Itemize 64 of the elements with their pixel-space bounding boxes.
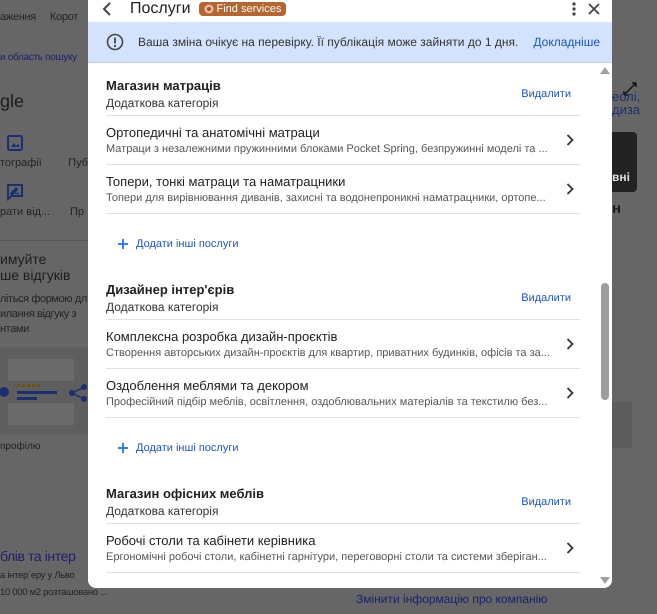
category-subtitle: Додаткова категорія xyxy=(106,504,220,518)
service-description: Ергономічні робочі столи, кабінетні гарнітури, переговорні столи та системи зберіган... xyxy=(106,551,547,563)
action-label[interactable]: тографії xyxy=(0,157,42,169)
action-label[interactable]: Пуб xyxy=(68,157,88,169)
remove-link[interactable]: Видалити xyxy=(521,292,571,304)
chevron-right-icon xyxy=(566,134,574,146)
service-row[interactable]: Оздоблення меблями та декором Професійний підбір меблів, освітлення, оздоблювальних матеріалів та текстилю без... xyxy=(106,369,580,418)
badge-icon xyxy=(204,4,214,14)
dialog-title: Послуги xyxy=(130,0,191,18)
scrollbar-thumb[interactable] xyxy=(601,283,609,400)
review-icon xyxy=(6,183,24,201)
service-title: Ортопедичні та анатомічні матраци xyxy=(106,125,321,140)
listing-text: а інтер`еру у Льво xyxy=(0,570,75,581)
photo-caption: вні xyxy=(612,170,630,184)
badge-label: Find services xyxy=(216,3,282,15)
section-heading: н xyxy=(612,200,622,217)
close-icon xyxy=(588,3,600,15)
service-title: Робочі столи та кабінети керівника xyxy=(106,533,316,548)
logo-placeholder xyxy=(612,402,632,448)
back-icon xyxy=(102,2,112,16)
plus-icon xyxy=(118,239,128,249)
service-title: Комплексна розробка дизайн-проєктів xyxy=(106,329,338,344)
service-description: Матраци з незалежними пружинними блоками Pocket Spring, безпружинні моделі та ... xyxy=(106,143,548,155)
info-icon xyxy=(106,33,124,51)
promo-text: літься формою дл илання відгуку з нтами xyxy=(0,292,88,337)
scroll-down-icon xyxy=(600,576,610,584)
category-name: Магазин матраців xyxy=(106,78,221,93)
remove-link[interactable]: Видалити xyxy=(521,88,571,100)
service-title: Топери, тонкі матраци та наматрацники xyxy=(106,174,346,189)
service-row[interactable]: Робочі столи та кабінети керівника Ергономічні робочі столи, кабінетні гарнітури, переговорні столи та системи зберіган... xyxy=(106,524,580,573)
more-button[interactable] xyxy=(570,0,578,18)
service-row[interactable]: Комплексна розробка дизайн-проєктів Створення авторських дизайн-проєктів для квартир, приватних будинків, офісів та за... xyxy=(106,320,580,369)
category-name: Дизайнер інтер'єрів xyxy=(106,282,234,297)
scroll-up-icon xyxy=(600,67,610,75)
chevron-right-icon xyxy=(566,542,574,554)
category-subtitle: Додаткова категорія xyxy=(106,300,220,314)
chevron-right-icon xyxy=(566,387,574,399)
page-tab[interactable]: Корот xyxy=(50,11,78,23)
service-description: Професійний підбір меблів, освітлення, оздоблювальних матеріалів та текстилю без... xyxy=(106,396,548,408)
photo-icon xyxy=(6,134,24,152)
notice-text: Ваша зміна очікує на перевірку. Її публікація може зайняти до 1 дня. xyxy=(138,35,520,49)
add-services-link[interactable]: Додати інші послуги xyxy=(118,442,238,454)
category-subtitle: Додаткова категорія xyxy=(106,96,220,110)
more-icon xyxy=(572,2,576,16)
service-description: Топери для вирівнювання диванів, захисні та водонепроникні наматрацники, ортопе... xyxy=(106,192,546,204)
caption-text: профілю xyxy=(0,441,42,452)
category-name: Магазин офісних меблів xyxy=(106,486,264,501)
page-tab[interactable]: аження xyxy=(0,11,36,23)
promo-title: имуйте ше відгуків xyxy=(0,251,72,283)
plus-icon xyxy=(118,443,128,453)
action-label[interactable]: Пр xyxy=(70,206,84,218)
remove-link[interactable]: Видалити xyxy=(521,496,571,508)
close-button[interactable] xyxy=(586,1,602,17)
chevron-right-icon xyxy=(566,338,574,350)
learn-more-link[interactable]: Докладніше xyxy=(533,35,600,49)
brand-name: gle xyxy=(0,91,26,112)
chevron-right-icon xyxy=(566,183,574,195)
service-title: Оздоблення меблями та декором xyxy=(106,378,310,393)
service-row[interactable]: Топери, тонкі матраци та наматрацники Топери для вирівнювання диванів, захисні та водонепроникні наматрацники, ортопе... xyxy=(106,165,580,214)
service-description: Створення авторських дизайн-проєктів для квартир, приватних будинків, офісів та за... xyxy=(106,347,550,359)
service-row[interactable]: Ортопедичні та анатомічні матраци Матраци з незалежними пружинними блоками Pocket Spring, безпружинні моделі та ... xyxy=(106,116,580,165)
action-label[interactable]: рати від... xyxy=(0,206,50,218)
listing-text: 10 000 м2 розташовано ... xyxy=(0,587,108,598)
add-services-link[interactable]: Додати інші послуги xyxy=(118,238,238,250)
